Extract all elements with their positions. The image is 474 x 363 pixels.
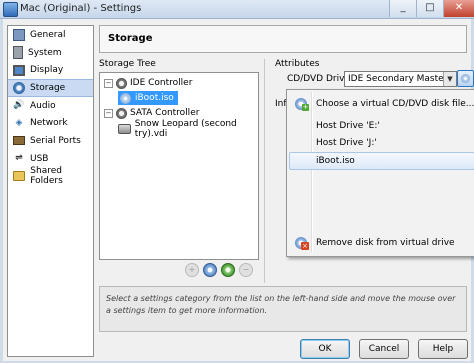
window-title: Mac (Original) - Settings bbox=[20, 3, 142, 14]
sidebar-item-label: Network bbox=[30, 118, 68, 129]
cancel-button[interactable]: Cancel bbox=[359, 339, 409, 359]
sidebar-item-shared-folders[interactable]: Shared Folders bbox=[8, 166, 93, 187]
hard-disk-icon bbox=[118, 124, 131, 134]
add-attachment-icon[interactable]: + bbox=[221, 263, 235, 277]
collapse-icon[interactable]: − bbox=[104, 108, 113, 118]
tree-toolbar: + + − bbox=[185, 263, 253, 277]
sidebar-item-system[interactable]: System bbox=[8, 44, 93, 62]
title-bar: Mac (Original) - Settings _ □ ✕ bbox=[0, 0, 474, 19]
tree-item-iboot[interactable]: iBoot.iso bbox=[118, 91, 178, 105]
storage-tree-label: Storage Tree bbox=[99, 59, 156, 69]
menu-item-label: Remove disk from virtual drive bbox=[316, 238, 455, 248]
menu-item-label: Host Drive 'E:' bbox=[316, 121, 380, 131]
network-icon: ◈ bbox=[15, 117, 23, 128]
menu-item-label: Choose a virtual CD/DVD disk file... bbox=[316, 99, 474, 109]
window-controls: _ □ ✕ bbox=[389, 0, 474, 18]
sidebar-item-label: Display bbox=[30, 65, 64, 76]
storage-icon bbox=[13, 81, 25, 94]
sidebar-item-display[interactable]: Display bbox=[8, 61, 93, 79]
cd-dvd-icon bbox=[120, 92, 131, 104]
storage-tree[interactable]: − IDE Controller iBoot.iso − SATA Contro… bbox=[99, 72, 259, 260]
menu-item-remove-disk[interactable]: × Remove disk from virtual drive bbox=[289, 234, 474, 252]
sidebar-item-label: General bbox=[30, 29, 66, 40]
menu-item-label: iBoot.iso bbox=[316, 156, 355, 166]
information-label: Inf bbox=[275, 99, 287, 109]
menu-item-choose-disk[interactable]: + Choose a virtual CD/DVD disk file... bbox=[289, 95, 474, 113]
menu-item-iboot[interactable]: iBoot.iso bbox=[289, 152, 474, 170]
add-cd-icon[interactable] bbox=[203, 263, 217, 277]
tree-item-sata-controller[interactable]: − SATA Controller bbox=[104, 106, 199, 120]
controller-icon bbox=[116, 77, 127, 89]
tree-item-label: SATA Controller bbox=[130, 108, 200, 118]
divider bbox=[264, 59, 265, 283]
tree-item-label: Snow Leopard (second try).vdi bbox=[134, 119, 237, 139]
sidebar-item-label: Storage bbox=[30, 82, 66, 93]
maximize-button[interactable]: □ bbox=[416, 0, 443, 17]
sidebar-item-general[interactable]: General bbox=[8, 26, 93, 44]
usb-icon: ⇌ bbox=[15, 153, 23, 164]
sidebar-item-label: Serial Ports bbox=[30, 135, 81, 146]
plus-icon: + bbox=[302, 103, 309, 111]
sidebar-item-network[interactable]: ◈ Network bbox=[8, 114, 93, 132]
page-header: Storage bbox=[99, 25, 467, 53]
serial-ports-icon bbox=[13, 136, 25, 146]
cd-drive-select[interactable]: IDE Secondary Master ▼ bbox=[344, 71, 457, 87]
sidebar-item-label: Audio bbox=[30, 100, 56, 111]
sidebar-item-label: System bbox=[28, 47, 62, 58]
menu-item-label: Host Drive 'J:' bbox=[316, 138, 377, 148]
cd-dvd-icon bbox=[461, 74, 470, 83]
cd-disk-menu: + Choose a virtual CD/DVD disk file... H… bbox=[286, 89, 474, 257]
sidebar-item-audio[interactable]: 🔊 Audio bbox=[8, 97, 93, 115]
help-button[interactable]: Help bbox=[418, 339, 468, 359]
add-controller-icon[interactable]: + bbox=[185, 263, 199, 277]
sidebar-item-label: Shared Folders bbox=[30, 166, 63, 187]
system-icon bbox=[13, 46, 23, 60]
ok-button[interactable]: OK bbox=[300, 339, 350, 359]
sidebar-item-storage[interactable]: Storage bbox=[8, 79, 93, 97]
display-icon bbox=[13, 64, 25, 76]
cd-drive-value: IDE Secondary Master bbox=[348, 74, 448, 84]
tree-item-label: IDE Controller bbox=[130, 78, 193, 88]
settings-dialog: General System Display Storage 🔊 Audio ◈… bbox=[3, 19, 474, 361]
choose-disk-button[interactable] bbox=[457, 70, 474, 87]
remove-attachment-icon[interactable]: − bbox=[239, 263, 253, 277]
settings-sidebar: General System Display Storage 🔊 Audio ◈… bbox=[7, 25, 94, 357]
sidebar-item-usb[interactable]: ⇌ USB bbox=[8, 150, 93, 168]
tree-item-label: iBoot.iso bbox=[135, 93, 174, 103]
collapse-icon[interactable]: − bbox=[104, 78, 113, 88]
sidebar-item-label: USB bbox=[30, 153, 49, 164]
menu-gutter bbox=[311, 92, 313, 252]
storage-page: Storage Storage Tree − IDE Controller iB… bbox=[99, 25, 474, 355]
remove-x-icon: × bbox=[301, 242, 309, 250]
page-title: Storage bbox=[108, 33, 153, 44]
general-icon bbox=[13, 28, 25, 41]
close-button[interactable]: ✕ bbox=[443, 0, 474, 17]
menu-item-host-drive-e[interactable]: Host Drive 'E:' bbox=[289, 117, 474, 135]
shared-folders-icon bbox=[13, 171, 26, 182]
app-icon bbox=[3, 2, 18, 17]
minimize-button[interactable]: _ bbox=[389, 0, 416, 17]
chevron-down-icon[interactable]: ▼ bbox=[443, 72, 456, 86]
tree-item-ide-controller[interactable]: − IDE Controller bbox=[104, 76, 192, 90]
controller-icon bbox=[116, 107, 127, 119]
attributes-label: Attributes bbox=[275, 59, 320, 69]
sidebar-item-serial-ports[interactable]: Serial Ports bbox=[8, 132, 93, 150]
tree-item-vdi[interactable]: Snow Leopard (second try).vdi bbox=[118, 119, 258, 139]
description-text: Select a settings category from the list… bbox=[106, 294, 456, 315]
menu-item-host-drive-j[interactable]: Host Drive 'J:' bbox=[289, 134, 474, 152]
description-panel: Select a settings category from the list… bbox=[99, 286, 467, 332]
audio-icon: 🔊 bbox=[13, 100, 25, 111]
